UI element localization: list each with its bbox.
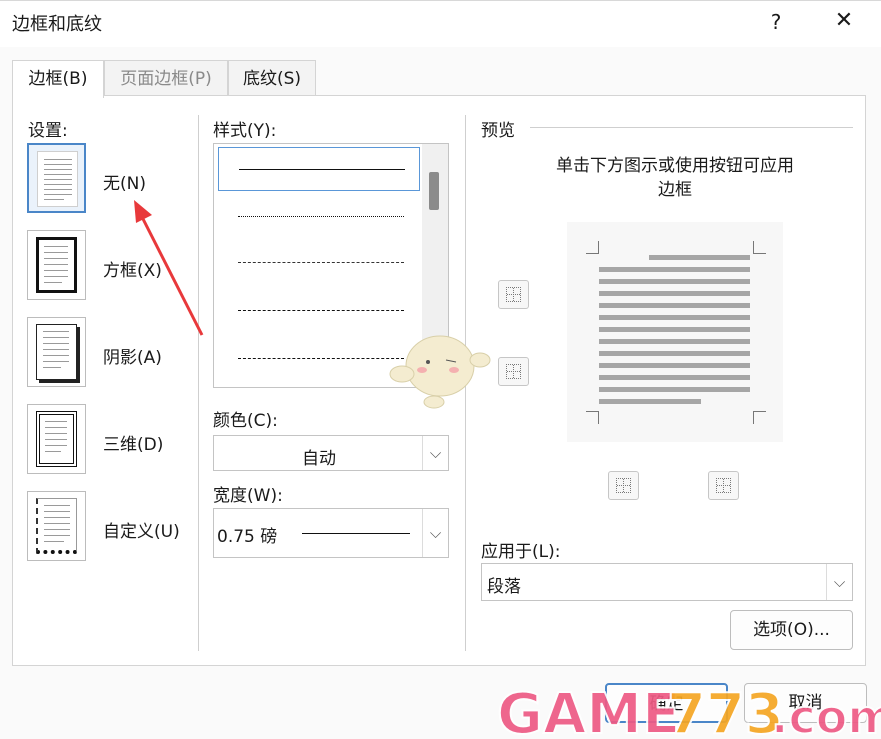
chevron-down-icon[interactable]: ⌵: [422, 436, 448, 470]
preview-area[interactable]: [567, 222, 783, 442]
tab-page-border[interactable]: 页面边框(P): [104, 60, 228, 96]
right-border-button-icon[interactable]: [708, 471, 739, 500]
left-border-button-icon[interactable]: [608, 471, 639, 500]
preview-instruction-line2: 边框: [658, 180, 692, 200]
chevron-down-icon[interactable]: ⌵: [422, 509, 448, 557]
style-option-dashed-small[interactable]: [218, 241, 420, 285]
chevron-down-icon[interactable]: ⌵: [826, 564, 852, 600]
setting-shadow-icon[interactable]: [27, 317, 86, 387]
color-dropdown[interactable]: 自动 ⌵: [213, 435, 449, 471]
setting-3d-icon[interactable]: [27, 404, 86, 474]
setting-custom-icon[interactable]: [27, 491, 86, 561]
top-border-button-icon[interactable]: [498, 280, 529, 309]
setting-3d-label[interactable]: 三维(D): [103, 430, 163, 455]
svg-text:GAME: GAME: [497, 683, 680, 739]
game773-watermark-logo-icon: GAME 773 .com: [496, 683, 881, 739]
annotation-arrow-icon: [134, 200, 204, 336]
setting-box-icon[interactable]: [27, 230, 86, 300]
help-button[interactable]: ?: [764, 10, 788, 34]
setting-none-icon[interactable]: [27, 143, 86, 213]
setting-shadow-label[interactable]: 阴影(A): [103, 343, 162, 368]
tab-shading[interactable]: 底纹(S): [228, 60, 316, 96]
width-line-sample: [302, 533, 410, 534]
setting-custom-label[interactable]: 自定义(U): [103, 517, 180, 542]
title-bar: 边框和底纹 ? ✕: [0, 0, 881, 47]
options-button[interactable]: 选项(O)...: [730, 610, 853, 650]
tab-borders[interactable]: 边框(B): [12, 60, 104, 98]
apply-to-value: 段落: [487, 577, 521, 597]
close-button[interactable]: ✕: [830, 8, 858, 33]
apply-to-dropdown[interactable]: 段落 ⌵: [481, 563, 853, 601]
width-value: 0.75 磅: [217, 527, 278, 547]
preview-instruction-line1: 单击下方图示或使用按钮可应用: [556, 156, 794, 176]
style-option-dotted[interactable]: [218, 195, 420, 239]
color-value: 自动: [302, 449, 336, 469]
svg-text:773: 773: [667, 683, 784, 739]
color-heading: 颜色(C):: [213, 411, 278, 431]
scrollbar-thumb[interactable]: [429, 172, 439, 210]
width-dropdown[interactable]: 0.75 磅 ⌵: [213, 508, 449, 558]
svg-text:.com: .com: [771, 690, 881, 739]
dialog-title: 边框和底纹: [12, 14, 102, 35]
width-heading: 宽度(W):: [213, 486, 283, 506]
settings-heading: 设置:: [28, 121, 68, 141]
inside-horizontal-border-button-icon[interactable]: [498, 357, 529, 386]
setting-none-label[interactable]: 无(N): [103, 169, 146, 194]
apply-heading: 应用于(L):: [481, 542, 561, 562]
style-heading: 样式(Y):: [213, 121, 277, 141]
mascot-watermark-icon: [389, 335, 491, 409]
preview-heading: 预览: [481, 121, 515, 141]
style-option-solid[interactable]: [218, 147, 420, 191]
preview-heading-rule: [530, 127, 853, 128]
